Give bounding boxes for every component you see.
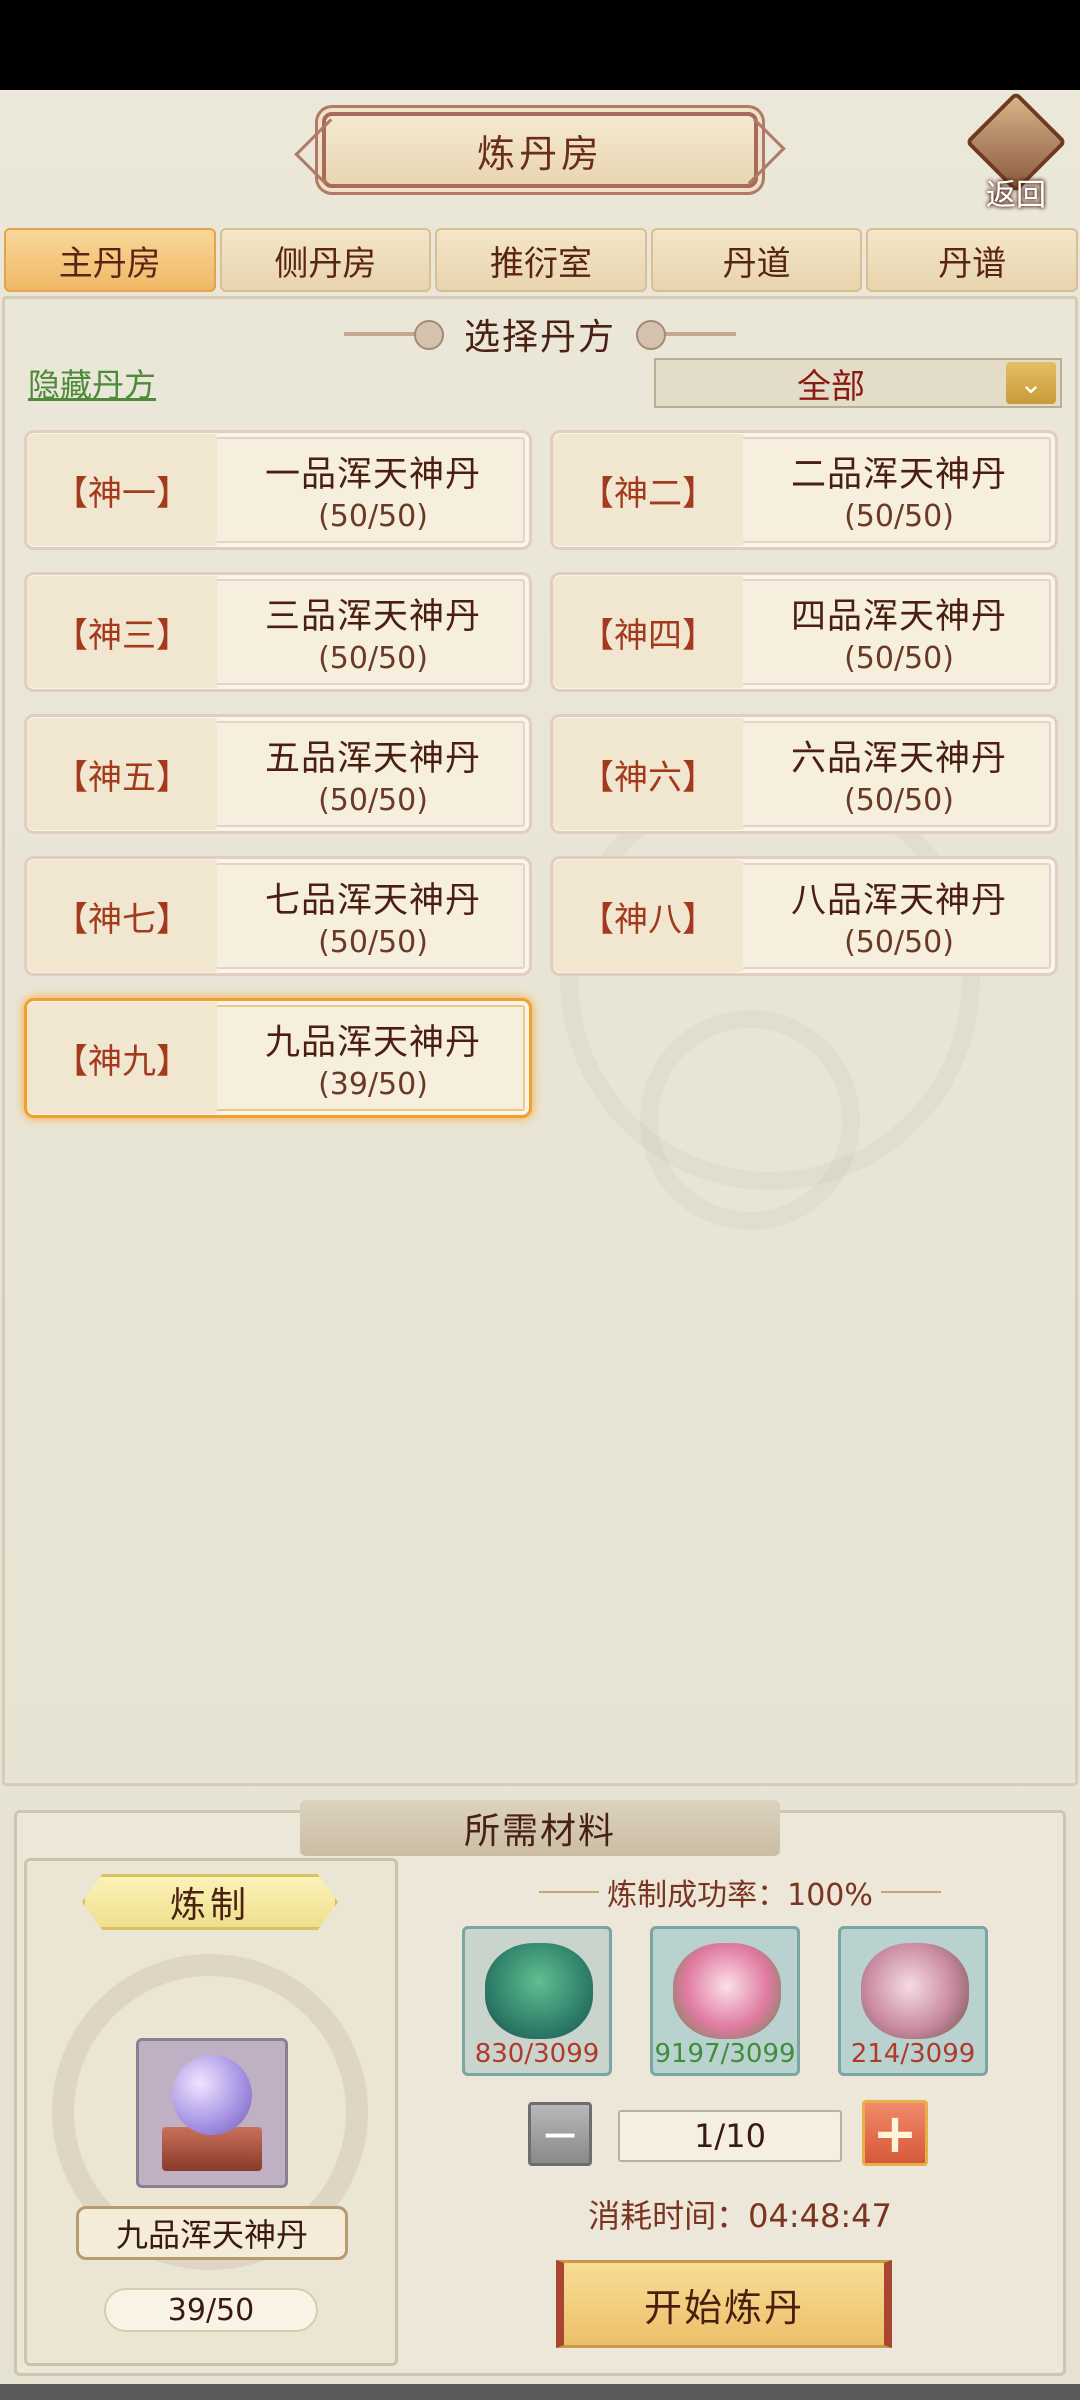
ornament-line	[539, 1891, 600, 1893]
recipe-name: 一品浑天神丹	[264, 455, 481, 495]
start-refining-button[interactable]: 开始炼丹	[556, 2260, 892, 2348]
page-title: 炼丹房	[476, 131, 603, 176]
pill-furnace-orb-icon[interactable]	[136, 2038, 288, 2188]
recipe-tag: 【神九】	[27, 1002, 217, 1114]
blossom-branch-herb-icon	[861, 1943, 969, 2039]
recipe-name: 五品浑天神丹	[264, 739, 481, 779]
material-slot[interactable]: 214/3099	[838, 1926, 988, 2076]
recipe-card[interactable]: 【神四】 四品浑天神丹 (50/50)	[550, 572, 1058, 692]
success-rate-row: 炼制成功率：100%	[520, 1868, 960, 1916]
recipe-count: (50/50)	[318, 499, 428, 534]
increase-quantity-button[interactable]: +	[862, 2100, 928, 2166]
recipe-tag: 【神六】	[553, 718, 743, 830]
back-label: 返回	[986, 178, 1046, 213]
yin-yang-ornament-icon	[343, 320, 444, 350]
recipe-tag: 【神三】	[27, 576, 217, 688]
recipe-tag: 【神二】	[553, 434, 743, 546]
hide-recipes-link[interactable]: 隐藏丹方	[28, 360, 156, 406]
tab-main-room[interactable]: 主丹房	[4, 228, 216, 292]
recipe-card-selected[interactable]: 【神九】 九品浑天神丹 (39/50)	[24, 998, 532, 1118]
recipe-card[interactable]: 【神二】 二品浑天神丹 (50/50)	[550, 430, 1058, 550]
recipe-tag: 【神一】	[27, 434, 217, 546]
materials-title: 所需材料	[300, 1800, 780, 1856]
recipe-count: (39/50)	[318, 1067, 428, 1102]
recipe-name: 二品浑天神丹	[790, 455, 1007, 495]
recipe-tag: 【神八】	[553, 860, 743, 972]
recipe-card[interactable]: 【神一】 一品浑天神丹 (50/50)	[24, 430, 532, 550]
recipe-name: 四品浑天神丹	[790, 597, 1007, 637]
back-button[interactable]: 返回	[965, 91, 1067, 213]
tab-side-room[interactable]: 侧丹房	[219, 228, 432, 292]
recipe-count: (50/50)	[318, 641, 428, 676]
material-count: 214/3099	[850, 2039, 976, 2069]
recipe-count: (50/50)	[844, 783, 954, 818]
recipe-count: (50/50)	[318, 783, 428, 818]
pink-flower-herb-icon	[673, 1943, 781, 2039]
chevron-down-icon: ⌄	[1006, 362, 1056, 404]
recipe-card[interactable]: 【神五】 五品浑天神丹 (50/50)	[24, 714, 532, 834]
status-bar	[0, 0, 1080, 90]
recipe-name: 三品浑天神丹	[264, 597, 481, 637]
recipe-section-header: 选择丹方	[290, 305, 790, 363]
recipe-name: 七品浑天神丹	[264, 881, 481, 921]
craft-label: 炼制	[82, 1874, 338, 1930]
recipe-name: 八品浑天神丹	[790, 881, 1007, 921]
recipe-card[interactable]: 【神七】 七品浑天神丹 (50/50)	[24, 856, 532, 976]
success-rate: 炼制成功率：100%	[607, 1878, 873, 1913]
decrease-quantity-button[interactable]: −	[528, 2102, 592, 2166]
material-count: 9197/3099	[654, 2039, 796, 2069]
recipe-name: 六品浑天神丹	[790, 739, 1007, 779]
craft-time: 消耗时间：04:48:47	[588, 2197, 892, 2235]
recipe-section-title: 选择丹方	[463, 317, 616, 358]
material-count: 830/3099	[474, 2039, 600, 2069]
jade-tree-herb-icon	[485, 1943, 593, 2039]
room-tabs: 主丹房 侧丹房 推衍室 丹道 丹谱	[4, 228, 1078, 294]
yin-yang-ornament-icon	[636, 320, 736, 350]
recipe-count: (50/50)	[844, 499, 954, 534]
page-title-plate: 炼丹房	[322, 112, 758, 188]
tab-pill-manual[interactable]: 丹谱	[866, 228, 1078, 292]
recipe-tag: 【神四】	[553, 576, 743, 688]
filter-value: 全部	[797, 366, 865, 407]
tab-pill-dao[interactable]: 丹道	[650, 228, 863, 292]
recipe-card[interactable]: 【神八】 八品浑天神丹 (50/50)	[550, 856, 1058, 976]
recipe-tag: 【神七】	[27, 860, 217, 972]
craft-item-name: 九品浑天神丹	[76, 2206, 348, 2260]
quantity-field[interactable]: 1/10	[618, 2110, 842, 2162]
craft-progress: 39/50	[104, 2288, 318, 2332]
recipe-filter-dropdown[interactable]: 全部 ⌄	[654, 358, 1062, 408]
ornament-line	[880, 1891, 941, 1893]
recipe-card[interactable]: 【神六】 六品浑天神丹 (50/50)	[550, 714, 1058, 834]
recipe-card[interactable]: 【神三】 三品浑天神丹 (50/50)	[24, 572, 532, 692]
recipe-count: (50/50)	[318, 925, 428, 960]
nav-bar	[0, 2384, 1080, 2400]
material-slot[interactable]: 830/3099	[462, 1926, 612, 2076]
tab-deduction-room[interactable]: 推衍室	[435, 228, 647, 292]
recipe-count: (50/50)	[844, 925, 954, 960]
recipe-tag: 【神五】	[27, 718, 217, 830]
material-slot[interactable]: 9197/3099	[650, 1926, 800, 2076]
recipe-count: (50/50)	[844, 641, 954, 676]
recipe-name: 九品浑天神丹	[264, 1023, 481, 1063]
